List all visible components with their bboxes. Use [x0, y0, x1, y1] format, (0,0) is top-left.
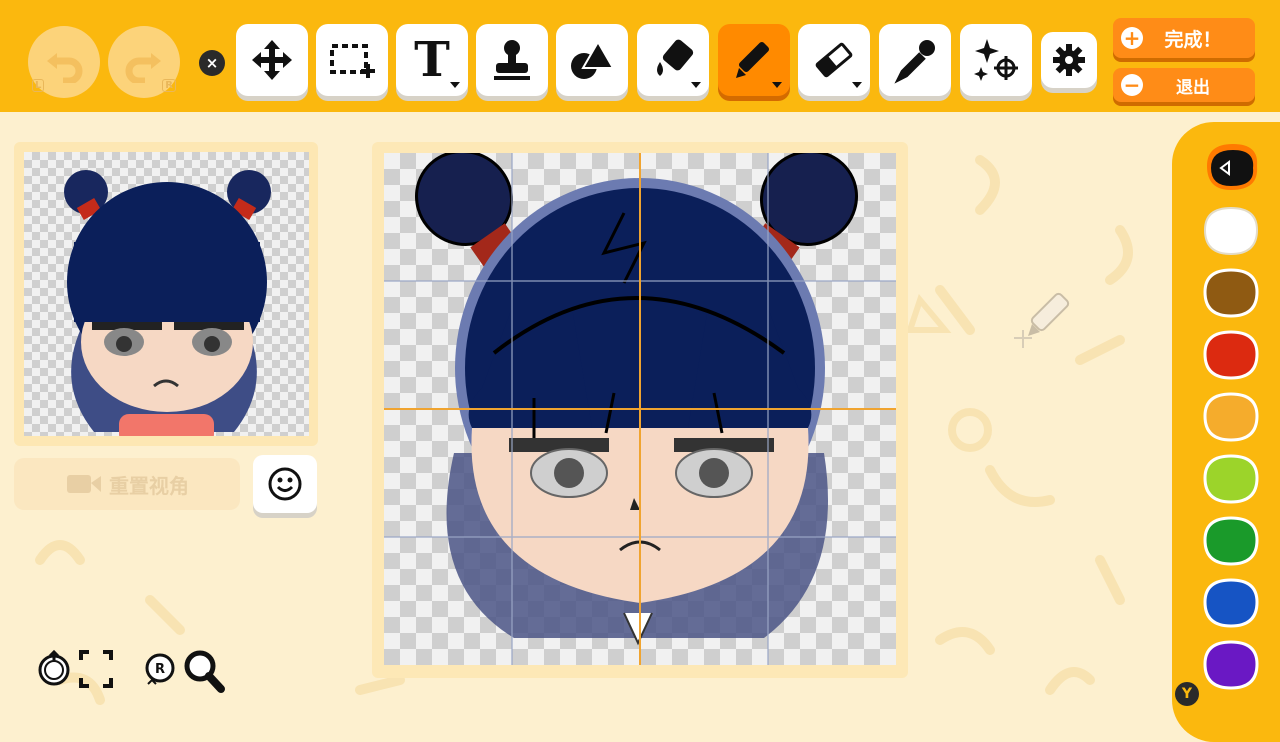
color-swatch-purple[interactable] — [1201, 636, 1261, 692]
done-label: 完成！ — [1164, 28, 1222, 51]
color-swatch-lime[interactable] — [1201, 450, 1261, 506]
drawing-canvas[interactable] — [384, 153, 896, 665]
exit-label: 退出 — [1176, 77, 1210, 98]
color-swatch-white[interactable] — [1201, 202, 1261, 258]
pen-tool-dropdown-icon — [772, 82, 782, 88]
selection-icon — [330, 44, 375, 78]
move-icon — [252, 40, 292, 80]
fullscreen-icon — [79, 650, 113, 688]
done-button[interactable]: + 完成！ — [1113, 18, 1255, 58]
eraser-icon — [815, 42, 853, 78]
close-hint-button[interactable]: × — [199, 50, 225, 76]
text-tool[interactable]: T — [396, 24, 468, 96]
camera-icon — [67, 475, 101, 493]
exit-button[interactable]: − 退出 — [1113, 68, 1255, 102]
text-tool-dropdown-icon — [450, 82, 460, 88]
select-tool[interactable] — [316, 24, 388, 96]
reset-zoom-button[interactable] — [36, 648, 72, 694]
magnifier-button[interactable] — [182, 648, 226, 698]
character-preview — [24, 152, 309, 436]
smiley-face-icon — [268, 467, 302, 501]
plus-icon: + — [1121, 27, 1143, 49]
color-swatch-orange[interactable] — [1201, 388, 1261, 444]
eraser-tool[interactable] — [798, 24, 870, 96]
zoom-button[interactable]: R — [140, 648, 180, 694]
color-swatch-green[interactable] — [1201, 512, 1261, 568]
pen-tool[interactable] — [718, 24, 790, 96]
text-icon: T — [414, 32, 450, 88]
stamp-tool[interactable] — [476, 24, 548, 96]
paint-bucket-icon — [657, 39, 694, 76]
eraser-tool-dropdown-icon — [852, 82, 862, 88]
move-tool[interactable] — [236, 24, 308, 96]
fill-tool[interactable] — [637, 24, 709, 96]
color-swatch-brown[interactable] — [1201, 264, 1261, 320]
undo-button[interactable]: L — [28, 26, 100, 98]
color-swatch-blue[interactable] — [1201, 574, 1261, 630]
shape-tool[interactable] — [556, 24, 628, 96]
redo-button[interactable]: R — [108, 26, 180, 98]
y-button-hint: Y — [1175, 682, 1199, 706]
eyedropper-icon — [894, 40, 935, 84]
color-swatch-black[interactable] — [1201, 140, 1261, 196]
redo-hint-badge: R — [162, 79, 176, 92]
color-swatch-red[interactable] — [1201, 326, 1261, 382]
sparkle-icon — [974, 39, 1018, 81]
eyedropper-tool[interactable] — [879, 24, 951, 96]
pen-cursor-icon — [1014, 292, 1070, 348]
fullscreen-button[interactable] — [78, 648, 114, 694]
zoom-stick-icon: R — [145, 653, 175, 685]
undo-icon — [47, 53, 83, 83]
character-preview-figure — [64, 170, 271, 436]
reset-view-label: 重置视角 — [109, 473, 189, 498]
shapes-icon — [571, 39, 615, 79]
fill-tool-dropdown-icon — [691, 82, 701, 88]
svg-text:R: R — [155, 662, 165, 677]
redo-icon — [125, 53, 161, 83]
stamp-icon — [494, 40, 530, 80]
reset-icon — [38, 649, 70, 686]
expression-button[interactable] — [253, 455, 317, 513]
character-drawing — [384, 153, 896, 665]
undo-hint-badge: L — [32, 79, 45, 92]
pen-icon — [736, 41, 770, 78]
reset-view-button[interactable]: 重置视角 — [14, 458, 240, 510]
magnifier-icon — [184, 650, 225, 693]
settings-button[interactable] — [1041, 32, 1097, 88]
effects-tool[interactable] — [960, 24, 1032, 96]
gear-icon — [1053, 44, 1085, 76]
minus-icon: − — [1121, 74, 1143, 96]
